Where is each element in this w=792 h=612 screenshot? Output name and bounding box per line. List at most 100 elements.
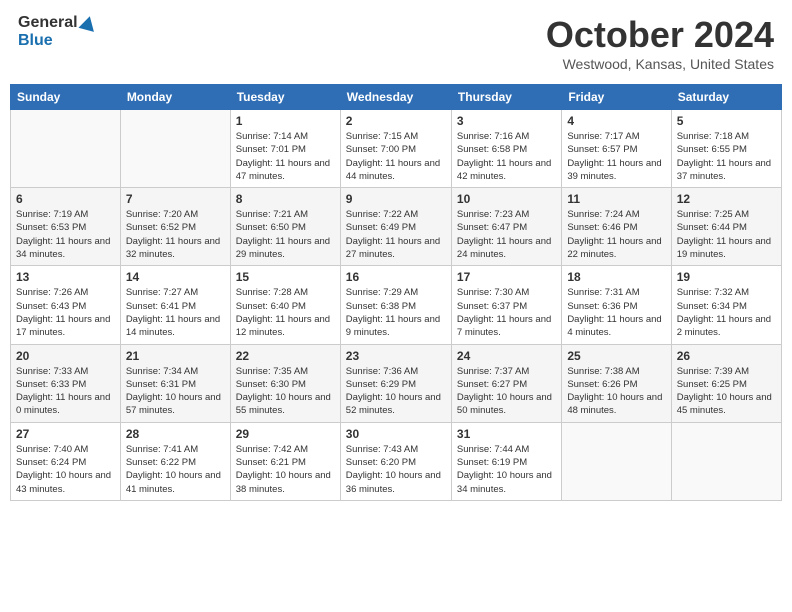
day-number: 12 xyxy=(677,192,776,206)
calendar-day-cell: 24 Sunrise: 7:37 AMSunset: 6:27 PMDaylig… xyxy=(451,344,561,422)
calendar-day-cell: 15 Sunrise: 7:28 AMSunset: 6:40 PMDaylig… xyxy=(230,266,340,344)
day-number: 7 xyxy=(126,192,225,206)
day-number: 25 xyxy=(567,349,665,363)
calendar-day-cell xyxy=(120,110,230,188)
day-number: 15 xyxy=(236,270,335,284)
day-info: Sunrise: 7:44 AMSunset: 6:19 PMDaylight:… xyxy=(457,443,556,496)
day-number: 16 xyxy=(346,270,446,284)
calendar-day-cell: 25 Sunrise: 7:38 AMSunset: 6:26 PMDaylig… xyxy=(562,344,671,422)
calendar-day-cell: 10 Sunrise: 7:23 AMSunset: 6:47 PMDaylig… xyxy=(451,188,561,266)
calendar-day-cell: 4 Sunrise: 7:17 AMSunset: 6:57 PMDayligh… xyxy=(562,110,671,188)
day-info: Sunrise: 7:31 AMSunset: 6:36 PMDaylight:… xyxy=(567,286,665,339)
day-info: Sunrise: 7:20 AMSunset: 6:52 PMDaylight:… xyxy=(126,208,225,261)
calendar-day-header: Wednesday xyxy=(340,85,451,110)
day-number: 21 xyxy=(126,349,225,363)
calendar-day-cell: 5 Sunrise: 7:18 AMSunset: 6:55 PMDayligh… xyxy=(671,110,781,188)
calendar-day-cell: 8 Sunrise: 7:21 AMSunset: 6:50 PMDayligh… xyxy=(230,188,340,266)
day-number: 17 xyxy=(457,270,556,284)
day-info: Sunrise: 7:15 AMSunset: 7:00 PMDaylight:… xyxy=(346,130,446,183)
calendar-table: SundayMondayTuesdayWednesdayThursdayFrid… xyxy=(10,84,782,501)
day-number: 26 xyxy=(677,349,776,363)
logo-blue-text: Blue xyxy=(18,32,53,50)
day-info: Sunrise: 7:22 AMSunset: 6:49 PMDaylight:… xyxy=(346,208,446,261)
calendar-week-row: 6 Sunrise: 7:19 AMSunset: 6:53 PMDayligh… xyxy=(11,188,782,266)
calendar-week-row: 27 Sunrise: 7:40 AMSunset: 6:24 PMDaylig… xyxy=(11,422,782,500)
calendar-day-cell xyxy=(562,422,671,500)
calendar-day-header: Tuesday xyxy=(230,85,340,110)
day-info: Sunrise: 7:42 AMSunset: 6:21 PMDaylight:… xyxy=(236,443,335,496)
calendar-day-cell: 7 Sunrise: 7:20 AMSunset: 6:52 PMDayligh… xyxy=(120,188,230,266)
calendar-week-row: 20 Sunrise: 7:33 AMSunset: 6:33 PMDaylig… xyxy=(11,344,782,422)
calendar-day-cell: 18 Sunrise: 7:31 AMSunset: 6:36 PMDaylig… xyxy=(562,266,671,344)
day-info: Sunrise: 7:24 AMSunset: 6:46 PMDaylight:… xyxy=(567,208,665,261)
calendar-day-cell xyxy=(671,422,781,500)
calendar-day-cell: 19 Sunrise: 7:32 AMSunset: 6:34 PMDaylig… xyxy=(671,266,781,344)
day-info: Sunrise: 7:18 AMSunset: 6:55 PMDaylight:… xyxy=(677,130,776,183)
day-info: Sunrise: 7:32 AMSunset: 6:34 PMDaylight:… xyxy=(677,286,776,339)
location-text: Westwood, Kansas, United States xyxy=(546,56,774,72)
calendar-day-header: Sunday xyxy=(11,85,121,110)
day-info: Sunrise: 7:43 AMSunset: 6:20 PMDaylight:… xyxy=(346,443,446,496)
day-number: 11 xyxy=(567,192,665,206)
calendar-day-cell: 22 Sunrise: 7:35 AMSunset: 6:30 PMDaylig… xyxy=(230,344,340,422)
title-section: October 2024 Westwood, Kansas, United St… xyxy=(546,14,774,72)
day-info: Sunrise: 7:41 AMSunset: 6:22 PMDaylight:… xyxy=(126,443,225,496)
day-number: 29 xyxy=(236,427,335,441)
day-info: Sunrise: 7:35 AMSunset: 6:30 PMDaylight:… xyxy=(236,365,335,418)
day-info: Sunrise: 7:17 AMSunset: 6:57 PMDaylight:… xyxy=(567,130,665,183)
calendar-day-cell: 23 Sunrise: 7:36 AMSunset: 6:29 PMDaylig… xyxy=(340,344,451,422)
day-info: Sunrise: 7:37 AMSunset: 6:27 PMDaylight:… xyxy=(457,365,556,418)
day-number: 30 xyxy=(346,427,446,441)
calendar-day-cell: 31 Sunrise: 7:44 AMSunset: 6:19 PMDaylig… xyxy=(451,422,561,500)
day-info: Sunrise: 7:16 AMSunset: 6:58 PMDaylight:… xyxy=(457,130,556,183)
calendar-day-cell: 2 Sunrise: 7:15 AMSunset: 7:00 PMDayligh… xyxy=(340,110,451,188)
day-number: 2 xyxy=(346,114,446,128)
calendar-day-header: Friday xyxy=(562,85,671,110)
calendar-header-row: SundayMondayTuesdayWednesdayThursdayFrid… xyxy=(11,85,782,110)
day-info: Sunrise: 7:25 AMSunset: 6:44 PMDaylight:… xyxy=(677,208,776,261)
day-number: 23 xyxy=(346,349,446,363)
calendar-week-row: 1 Sunrise: 7:14 AMSunset: 7:01 PMDayligh… xyxy=(11,110,782,188)
day-info: Sunrise: 7:36 AMSunset: 6:29 PMDaylight:… xyxy=(346,365,446,418)
logo-triangle-icon xyxy=(78,14,97,32)
day-number: 9 xyxy=(346,192,446,206)
day-info: Sunrise: 7:33 AMSunset: 6:33 PMDaylight:… xyxy=(16,365,115,418)
day-number: 5 xyxy=(677,114,776,128)
logo-general-text: General xyxy=(18,14,78,32)
calendar-body: 1 Sunrise: 7:14 AMSunset: 7:01 PMDayligh… xyxy=(11,110,782,501)
day-number: 4 xyxy=(567,114,665,128)
calendar-day-cell: 26 Sunrise: 7:39 AMSunset: 6:25 PMDaylig… xyxy=(671,344,781,422)
calendar-day-cell: 17 Sunrise: 7:30 AMSunset: 6:37 PMDaylig… xyxy=(451,266,561,344)
calendar-day-cell: 21 Sunrise: 7:34 AMSunset: 6:31 PMDaylig… xyxy=(120,344,230,422)
calendar-week-row: 13 Sunrise: 7:26 AMSunset: 6:43 PMDaylig… xyxy=(11,266,782,344)
calendar-day-header: Saturday xyxy=(671,85,781,110)
day-info: Sunrise: 7:38 AMSunset: 6:26 PMDaylight:… xyxy=(567,365,665,418)
day-info: Sunrise: 7:29 AMSunset: 6:38 PMDaylight:… xyxy=(346,286,446,339)
day-info: Sunrise: 7:28 AMSunset: 6:40 PMDaylight:… xyxy=(236,286,335,339)
calendar-day-cell: 9 Sunrise: 7:22 AMSunset: 6:49 PMDayligh… xyxy=(340,188,451,266)
day-number: 24 xyxy=(457,349,556,363)
calendar-day-cell: 6 Sunrise: 7:19 AMSunset: 6:53 PMDayligh… xyxy=(11,188,121,266)
day-number: 8 xyxy=(236,192,335,206)
day-number: 31 xyxy=(457,427,556,441)
day-info: Sunrise: 7:23 AMSunset: 6:47 PMDaylight:… xyxy=(457,208,556,261)
day-number: 20 xyxy=(16,349,115,363)
page-header: General Blue October 2024 Westwood, Kans… xyxy=(10,10,782,76)
logo: General Blue xyxy=(18,14,96,50)
day-number: 3 xyxy=(457,114,556,128)
day-info: Sunrise: 7:34 AMSunset: 6:31 PMDaylight:… xyxy=(126,365,225,418)
day-info: Sunrise: 7:30 AMSunset: 6:37 PMDaylight:… xyxy=(457,286,556,339)
day-info: Sunrise: 7:21 AMSunset: 6:50 PMDaylight:… xyxy=(236,208,335,261)
day-info: Sunrise: 7:19 AMSunset: 6:53 PMDaylight:… xyxy=(16,208,115,261)
calendar-day-cell: 14 Sunrise: 7:27 AMSunset: 6:41 PMDaylig… xyxy=(120,266,230,344)
calendar-day-cell xyxy=(11,110,121,188)
day-number: 19 xyxy=(677,270,776,284)
day-info: Sunrise: 7:40 AMSunset: 6:24 PMDaylight:… xyxy=(16,443,115,496)
calendar-day-cell: 13 Sunrise: 7:26 AMSunset: 6:43 PMDaylig… xyxy=(11,266,121,344)
calendar-day-cell: 30 Sunrise: 7:43 AMSunset: 6:20 PMDaylig… xyxy=(340,422,451,500)
calendar-day-cell: 11 Sunrise: 7:24 AMSunset: 6:46 PMDaylig… xyxy=(562,188,671,266)
day-number: 14 xyxy=(126,270,225,284)
calendar-day-cell: 16 Sunrise: 7:29 AMSunset: 6:38 PMDaylig… xyxy=(340,266,451,344)
day-info: Sunrise: 7:27 AMSunset: 6:41 PMDaylight:… xyxy=(126,286,225,339)
month-title: October 2024 xyxy=(546,14,774,56)
